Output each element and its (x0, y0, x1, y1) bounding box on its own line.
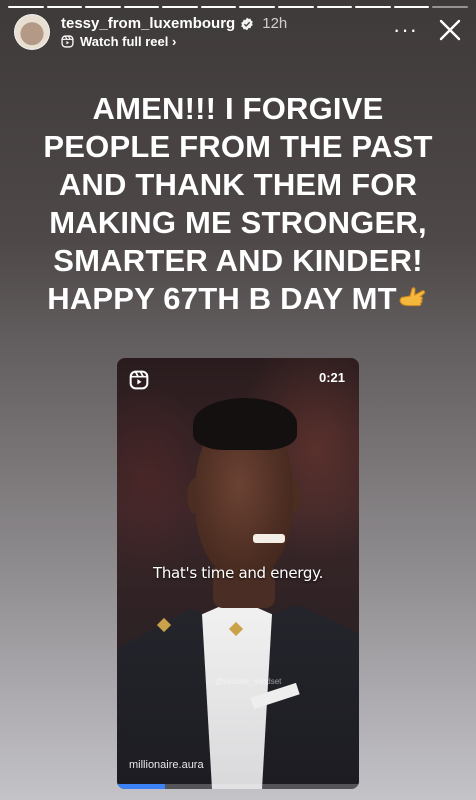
more-options-icon[interactable]: ··· (393, 19, 418, 41)
username[interactable]: tessy_from_luxembourg (61, 15, 235, 32)
story-segment (393, 6, 430, 8)
caption-line: MAKING ME STRONGER, (49, 205, 427, 240)
caption-line-last: HAPPY 67TH B DAY MT (18, 280, 458, 318)
video-hair (193, 398, 297, 450)
story-segment (123, 6, 160, 8)
caption-line: SMARTER AND KINDER! (53, 243, 423, 278)
caption-line: PEOPLE FROM THE PAST (43, 129, 433, 164)
video-progress-fill (117, 784, 166, 789)
video-duration: 0:21 (318, 370, 345, 385)
story-segment (355, 6, 391, 8)
caption-line: AND THANK THEM FOR (58, 167, 418, 202)
avatar[interactable] (14, 14, 50, 50)
story-segment (8, 6, 44, 8)
story-segment (432, 6, 468, 8)
reel-badge-icon (129, 370, 149, 390)
video-watermark: @income_mindset (215, 677, 282, 686)
caption-line: HAPPY 67TH B DAY MT (47, 281, 397, 316)
video-subtitle: That's time and energy. (152, 564, 324, 582)
story-segment (316, 6, 353, 8)
post-time: 12h (262, 15, 288, 32)
story-header: tessy_from_luxembourg 12h Watch full ree… (14, 14, 462, 54)
story-segment (85, 6, 121, 8)
reel-preview-card[interactable]: 0:21 That's time and energy. @income_min… (117, 358, 359, 789)
story-segment (239, 6, 276, 8)
story-segment (200, 6, 237, 8)
watch-full-reel-label: Watch full reel › (80, 34, 177, 49)
story-segment (46, 6, 83, 8)
story-segment (278, 6, 314, 8)
story-progress-bar (8, 6, 468, 8)
story-caption: AMEN!!! I FORGIVE PEOPLE FROM THE PAST A… (0, 90, 476, 318)
reel-source-handle[interactable]: millionaire.aura (129, 759, 204, 771)
video-smile (253, 534, 285, 543)
verified-badge-icon (241, 17, 254, 30)
user-line: tessy_from_luxembourg 12h (61, 15, 287, 32)
caption-line: AMEN!!! I FORGIVE (92, 91, 384, 126)
video-progress-bar (117, 784, 359, 789)
reel-icon (61, 35, 74, 48)
close-icon[interactable] (438, 18, 462, 42)
call-me-hand-icon (399, 287, 425, 307)
story-segment (162, 6, 198, 8)
watch-full-reel-link[interactable]: Watch full reel › (61, 34, 176, 49)
